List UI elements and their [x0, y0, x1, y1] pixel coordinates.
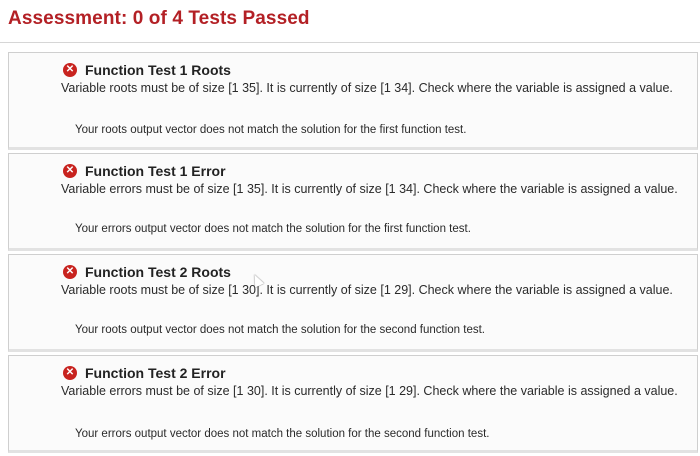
- test-detail: Your errors output vector does not match…: [75, 223, 471, 235]
- fail-x-icon: ✕: [63, 164, 77, 178]
- test-detail: Your roots output vector does not match …: [75, 324, 485, 336]
- test-result-card: ✕ Function Test 2 Roots Variable roots m…: [8, 254, 698, 352]
- test-message: Variable roots must be of size [1 35]. I…: [61, 81, 673, 95]
- test-name: Function Test 2 Roots: [85, 264, 231, 280]
- test-message: Variable errors must be of size [1 30]. …: [61, 384, 678, 398]
- test-result-card: ✕ Function Test 2 Error Variable errors …: [8, 355, 698, 453]
- assessment-header: Assessment: 0 of 4 Tests Passed: [0, 0, 700, 44]
- test-name: Function Test 1 Roots: [85, 62, 231, 78]
- test-name: Function Test 2 Error: [85, 365, 226, 381]
- test-result-card: ✕ Function Test 1 Error Variable errors …: [8, 153, 698, 251]
- fail-x-icon: ✕: [63, 366, 77, 380]
- page-title: Assessment: 0 of 4 Tests Passed: [8, 8, 310, 29]
- test-detail: Your roots output vector does not match …: [75, 124, 467, 136]
- fail-x-icon: ✕: [63, 265, 77, 279]
- test-detail: Your errors output vector does not match…: [75, 428, 490, 440]
- fail-x-icon: ✕: [63, 63, 77, 77]
- test-message: Variable roots must be of size [1 30]. I…: [61, 283, 673, 297]
- test-title-row: ✕ Function Test 1 Error: [63, 162, 226, 180]
- test-title-row: ✕ Function Test 1 Roots: [63, 61, 231, 79]
- test-title-row: ✕ Function Test 2 Roots: [63, 263, 231, 281]
- test-title-row: ✕ Function Test 2 Error: [63, 364, 226, 382]
- test-result-card: ✕ Function Test 1 Roots Variable roots m…: [8, 52, 698, 150]
- test-message: Variable errors must be of size [1 35]. …: [61, 182, 678, 196]
- assessment-page: Assessment: 0 of 4 Tests Passed ✕ Functi…: [0, 0, 700, 456]
- test-name: Function Test 1 Error: [85, 163, 226, 179]
- header-divider: [0, 42, 700, 43]
